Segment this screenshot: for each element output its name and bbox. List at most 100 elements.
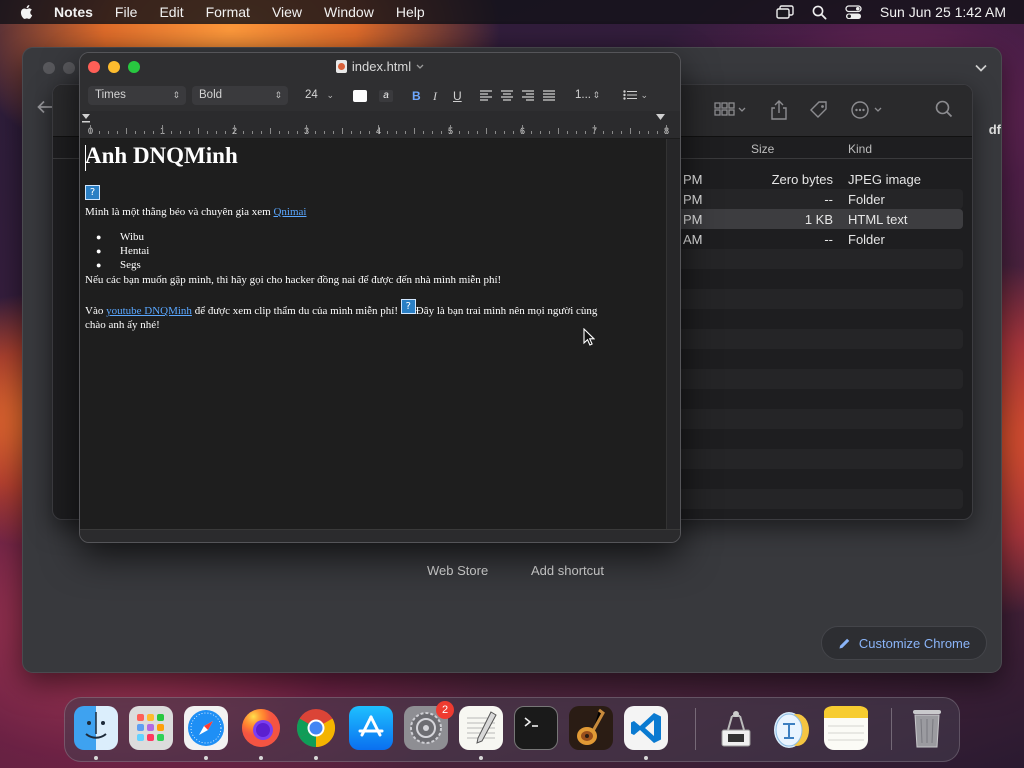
- tag-icon[interactable]: [809, 100, 829, 120]
- running-indicator: [259, 756, 263, 760]
- list-style-select[interactable]: ⌄: [616, 86, 654, 105]
- system-information-icon[interactable]: [714, 706, 758, 750]
- apple-icon[interactable]: [18, 3, 36, 21]
- add-shortcut-button[interactable]: Add shortcut: [531, 563, 604, 578]
- menubar-clock[interactable]: Sun Jun 25 1:42 AM: [880, 4, 1006, 20]
- line-spacing-select[interactable]: 1... ⇕: [568, 86, 606, 105]
- table-row[interactable]: PM -- Folder: [673, 189, 963, 209]
- menu-help[interactable]: Help: [396, 4, 425, 20]
- table-row[interactable]: [673, 269, 963, 289]
- share-icon[interactable]: [770, 100, 788, 120]
- control-center-icon[interactable]: [845, 4, 862, 20]
- font-family-select[interactable]: Times ⇕: [88, 86, 186, 105]
- text-color-swatch[interactable]: [353, 90, 367, 102]
- table-row[interactable]: [673, 429, 963, 449]
- document-area[interactable]: Anh DNQMinh ? Minh là một thằng béo và c…: [80, 139, 666, 529]
- tab-stop-icon[interactable]: [82, 114, 90, 123]
- column-kind[interactable]: Kind: [848, 142, 872, 156]
- finder-icon[interactable]: [74, 706, 118, 750]
- chrome-minimize-button[interactable]: [63, 62, 75, 74]
- align-justify-icon[interactable]: [543, 90, 555, 101]
- table-row[interactable]: [673, 369, 963, 389]
- vscode-icon[interactable]: [624, 706, 668, 750]
- menu-edit[interactable]: Edit: [159, 4, 183, 20]
- underline-button[interactable]: U: [453, 89, 462, 103]
- back-arrow-icon[interactable]: [37, 100, 53, 114]
- table-row[interactable]: [673, 329, 963, 349]
- search-icon[interactable]: [812, 5, 827, 20]
- ruler-tick: [369, 131, 370, 134]
- notes-icon[interactable]: [824, 706, 868, 750]
- launchpad-icon[interactable]: [129, 706, 173, 750]
- ruler-tick: [234, 125, 235, 134]
- menu-format[interactable]: Format: [206, 4, 250, 20]
- ruler-tick: [216, 131, 217, 134]
- font-style-select[interactable]: Bold ⇕: [192, 86, 288, 105]
- window-title-text: index.html: [351, 59, 412, 74]
- ruler-tick: [387, 131, 388, 134]
- running-indicator: [204, 756, 208, 760]
- web-store-shortcut[interactable]: Web Store: [427, 563, 488, 578]
- search-icon[interactable]: [935, 100, 953, 118]
- menu-view[interactable]: View: [272, 4, 302, 20]
- stepper-icon: ⇕: [592, 90, 600, 100]
- chevron-down-icon: [416, 64, 424, 69]
- font-size-select[interactable]: 24 ⌄: [298, 86, 340, 105]
- window-title[interactable]: index.html: [80, 59, 680, 74]
- table-row[interactable]: [673, 389, 963, 409]
- ruler-tick: [351, 131, 352, 134]
- table-row[interactable]: [673, 409, 963, 429]
- bold-button[interactable]: B: [412, 89, 421, 103]
- align-left-icon[interactable]: [480, 90, 492, 101]
- menu-window[interactable]: Window: [324, 4, 374, 20]
- youtube-link[interactable]: youtube DNQMinh: [106, 305, 192, 317]
- chrome-icon[interactable]: [294, 706, 338, 750]
- qnimai-link[interactable]: Qnimai: [273, 206, 306, 218]
- menu-file[interactable]: File: [115, 4, 138, 20]
- textedit-titlebar[interactable]: index.html: [80, 53, 680, 81]
- table-row[interactable]: [673, 489, 963, 509]
- table-row[interactable]: [673, 289, 963, 309]
- menu-app-name[interactable]: Notes: [54, 4, 93, 20]
- table-row[interactable]: [673, 449, 963, 469]
- safari-icon[interactable]: [184, 706, 228, 750]
- ruler-tick: [180, 131, 181, 134]
- customize-chrome-button[interactable]: Customize Chrome: [821, 626, 987, 660]
- align-right-icon[interactable]: [522, 90, 534, 101]
- customize-chrome-label: Customize Chrome: [858, 635, 971, 651]
- firefox-icon[interactable]: [239, 706, 283, 750]
- terminal-icon[interactable]: [514, 706, 558, 750]
- garageband-icon[interactable]: [569, 706, 613, 750]
- table-row[interactable]: [673, 469, 963, 489]
- ruler-tick: [531, 131, 532, 134]
- screen-mirroring-icon[interactable]: [776, 5, 794, 19]
- table-row-selected[interactable]: PM 1 KB HTML text: [673, 209, 963, 229]
- trash-icon[interactable]: [905, 706, 949, 750]
- table-row[interactable]: [673, 249, 963, 269]
- table-row[interactable]: AM -- Folder: [673, 229, 963, 249]
- chrome-close-button[interactable]: [43, 62, 55, 74]
- chevron-down-icon[interactable]: [975, 64, 987, 72]
- table-row[interactable]: PM Zero bytes JPEG image: [673, 169, 963, 189]
- ruler-tick: [279, 131, 280, 134]
- ruler-tick: [513, 131, 514, 134]
- highlight-color-button[interactable]: a: [379, 90, 393, 102]
- italic-button[interactable]: I: [433, 89, 437, 104]
- ruler-tick: [261, 131, 262, 134]
- table-row[interactable]: [673, 349, 963, 369]
- textedit-icon[interactable]: [459, 706, 503, 750]
- ruler-tick: [306, 125, 307, 134]
- view-options-icon[interactable]: [714, 100, 746, 118]
- app-store-icon[interactable]: [349, 706, 393, 750]
- align-center-icon[interactable]: [501, 90, 513, 101]
- right-margin-icon[interactable]: [656, 114, 665, 121]
- ruler-tick: [558, 128, 559, 134]
- system-settings-icon[interactable]: 2: [404, 701, 454, 750]
- preview-icon[interactable]: [769, 706, 813, 750]
- vertical-scrollbar[interactable]: [666, 139, 680, 529]
- ruler-tick: [594, 125, 595, 134]
- more-actions-icon[interactable]: [850, 100, 886, 120]
- ruler[interactable]: 012345678: [80, 111, 680, 139]
- column-size[interactable]: Size: [751, 142, 774, 156]
- table-row[interactable]: [673, 309, 963, 329]
